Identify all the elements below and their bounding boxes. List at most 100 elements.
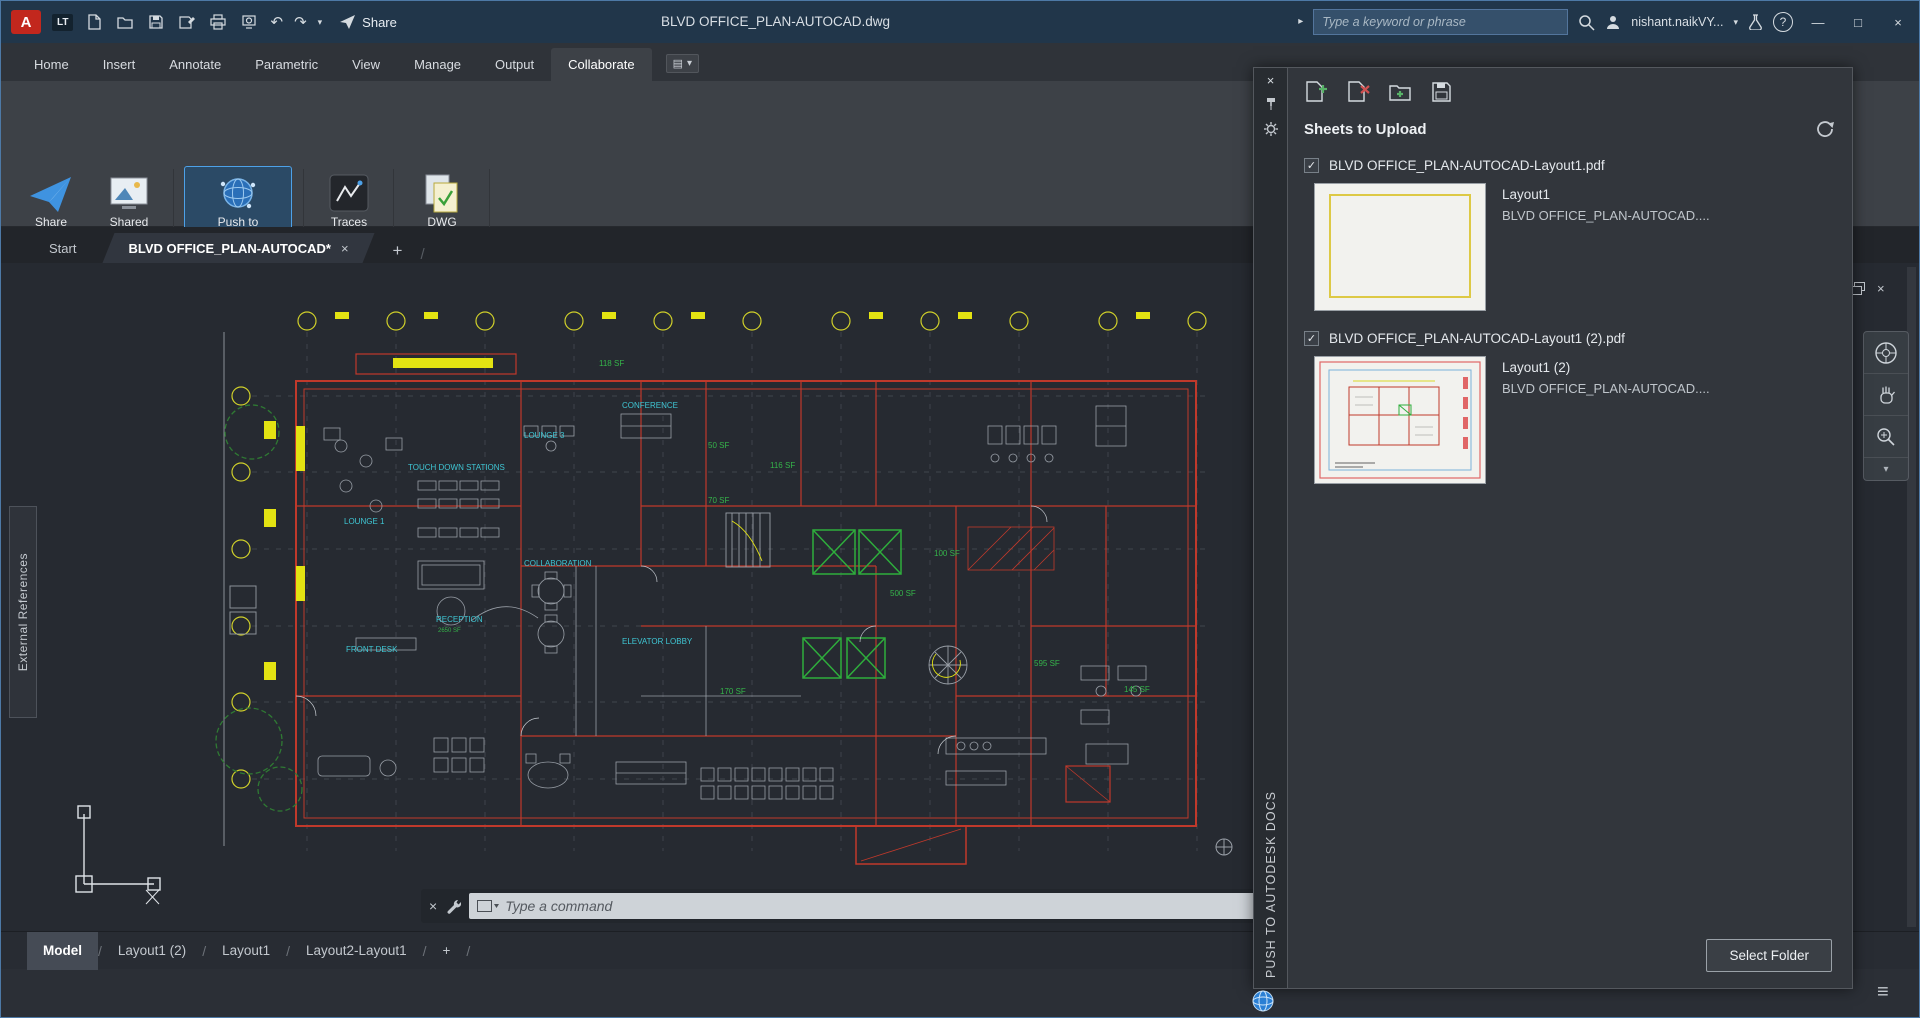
room-label: FRONT DESK bbox=[346, 645, 398, 654]
tab-annotate[interactable]: Annotate bbox=[152, 48, 238, 81]
redo-icon[interactable]: ↷ bbox=[294, 15, 307, 30]
undo-icon[interactable]: ↶ bbox=[270, 15, 283, 30]
trees bbox=[216, 405, 302, 811]
save-icon[interactable] bbox=[146, 12, 166, 32]
qat-dropdown-icon[interactable]: ▾ bbox=[318, 18, 323, 27]
area-label: 145 SF bbox=[1124, 685, 1150, 694]
building-walls bbox=[296, 354, 1196, 864]
remove-sheet-icon[interactable] bbox=[1346, 80, 1372, 104]
sheet-drawing-name: BLVD OFFICE_PLAN-AUTOCAD.... bbox=[1502, 208, 1710, 223]
add-folder-icon[interactable] bbox=[1388, 80, 1414, 104]
print-preview-icon[interactable] bbox=[239, 12, 259, 32]
share-drawing-icon bbox=[28, 172, 74, 214]
layout-tab-model[interactable]: Model bbox=[27, 932, 98, 970]
floor-plan-drawing[interactable]: LOUNGE 1 LOUNGE 3 TOUCH DOWN STATIONS CO… bbox=[56, 266, 1241, 921]
refresh-icon[interactable] bbox=[1814, 118, 1836, 140]
palette-toolbar bbox=[1288, 68, 1852, 112]
search-expand-icon[interactable]: ▸ bbox=[1298, 17, 1303, 27]
sheet-checkbox[interactable]: ✓ bbox=[1304, 331, 1319, 346]
plot-icon[interactable] bbox=[208, 12, 228, 32]
tab-insert[interactable]: Insert bbox=[86, 48, 153, 81]
new-file-icon[interactable] bbox=[84, 12, 104, 32]
room-label: COLLABORATION bbox=[524, 559, 592, 568]
layout-tab-layout2-layout1[interactable]: Layout2-Layout1 bbox=[290, 932, 423, 970]
user-dropdown-icon[interactable]: ▾ bbox=[1733, 18, 1738, 27]
ucs-icon bbox=[76, 806, 160, 892]
autodesk-docs-status-globe-icon[interactable] bbox=[1251, 989, 1275, 1013]
command-close-icon[interactable]: × bbox=[429, 898, 437, 914]
navbar-more-icon[interactable]: ▾ bbox=[1864, 458, 1908, 480]
layout-tab-layout1-2[interactable]: Layout1 (2) bbox=[102, 932, 202, 970]
ribbon-display-toggle[interactable]: ▤▾ bbox=[666, 54, 699, 73]
sheet-drawing-name: BLVD OFFICE_PLAN-AUTOCAD.... bbox=[1502, 381, 1710, 396]
open-folder-icon[interactable] bbox=[115, 12, 135, 32]
customize-wrench-icon[interactable] bbox=[445, 898, 461, 914]
area-label: 595 SF bbox=[1034, 659, 1060, 668]
tab-collaborate[interactable]: Collaborate bbox=[551, 48, 652, 81]
layout-tab-layout1[interactable]: Layout1 bbox=[206, 932, 286, 970]
autocad-logo[interactable]: A bbox=[11, 10, 41, 34]
share-button-label: Share bbox=[362, 15, 397, 30]
drawing-restore-icon[interactable] bbox=[1851, 282, 1865, 295]
area-label: 118 SF bbox=[599, 359, 624, 368]
palette-properties-gear-icon[interactable] bbox=[1263, 121, 1279, 137]
maximize-button[interactable]: □ bbox=[1843, 8, 1873, 36]
new-layout-button[interactable]: + bbox=[426, 932, 466, 970]
file-tab-close-icon[interactable]: × bbox=[341, 241, 349, 256]
tab-output[interactable]: Output bbox=[478, 48, 551, 81]
customization-menu-icon[interactable]: ≡ bbox=[1877, 981, 1889, 1004]
file-tab-start[interactable]: Start bbox=[23, 233, 102, 263]
tab-view[interactable]: View bbox=[335, 48, 397, 81]
navigation-wheel-icon[interactable] bbox=[1864, 332, 1908, 374]
external-references-palette-tab[interactable]: External References bbox=[9, 506, 37, 718]
flask-icon[interactable] bbox=[1748, 14, 1763, 30]
sheet-filename: BLVD OFFICE_PLAN-AUTOCAD-Layout1.pdf bbox=[1329, 158, 1605, 173]
sheet-list-item: ✓ BLVD OFFICE_PLAN-AUTOCAD-Layout1.pdf L… bbox=[1288, 148, 1852, 321]
signed-in-user[interactable]: nishant.naikVY... bbox=[1631, 15, 1723, 29]
hatched-zone bbox=[968, 527, 1054, 570]
area-label: 100 SF bbox=[934, 549, 960, 558]
crosshair-cursor bbox=[146, 890, 159, 904]
file-tab-drawing[interactable]: BLVD OFFICE_PLAN-AUTOCAD* × bbox=[102, 233, 374, 263]
sheet-layout-name: Layout1 bbox=[1502, 187, 1710, 202]
navigation-bar: ▾ bbox=[1863, 331, 1909, 481]
area-label: 170 SF bbox=[720, 687, 746, 696]
sheet-thumbnail[interactable] bbox=[1314, 356, 1486, 484]
minimize-button[interactable]: — bbox=[1803, 8, 1833, 36]
search-icon[interactable] bbox=[1578, 14, 1595, 31]
sheets-to-upload-title: Sheets to Upload bbox=[1304, 121, 1814, 138]
sheet-layout-name: Layout1 (2) bbox=[1502, 360, 1710, 375]
palette-title-strip: × PUSH TO AUTODESK DOCS bbox=[1253, 67, 1287, 989]
help-icon[interactable]: ? bbox=[1773, 12, 1793, 32]
palette-close-icon[interactable]: × bbox=[1267, 74, 1275, 87]
autocad-window: A LT ↶ ↷ ▾ Sha bbox=[0, 0, 1920, 1018]
close-button[interactable]: × bbox=[1883, 8, 1913, 36]
sheet-checkbox[interactable]: ✓ bbox=[1304, 158, 1319, 173]
room-label: CONFERENCE bbox=[622, 401, 678, 410]
wall-highlights bbox=[296, 358, 493, 601]
area-label: 2650 SF bbox=[438, 628, 461, 634]
quick-access-toolbar: A LT ↶ ↷ ▾ Sha bbox=[1, 10, 397, 34]
area-label: 116 SF bbox=[770, 461, 795, 470]
room-label: LOUNGE 1 bbox=[344, 517, 385, 526]
room-label: TOUCH DOWN STATIONS bbox=[408, 463, 505, 472]
tab-home[interactable]: Home bbox=[17, 48, 86, 81]
help-search-input[interactable] bbox=[1313, 9, 1568, 35]
add-sheet-icon[interactable] bbox=[1304, 80, 1330, 104]
zoom-icon[interactable] bbox=[1864, 416, 1908, 458]
layout-tab-separator: / bbox=[466, 943, 470, 959]
save-sheet-list-icon[interactable] bbox=[1430, 80, 1454, 104]
command-prompt-icon bbox=[477, 900, 499, 912]
share-button[interactable]: Share bbox=[339, 14, 397, 30]
select-folder-button[interactable]: Select Folder bbox=[1706, 939, 1832, 972]
drawing-close-icon[interactable]: × bbox=[1877, 281, 1885, 296]
pan-hand-icon[interactable] bbox=[1864, 374, 1908, 416]
new-drawing-tab-button[interactable]: + bbox=[385, 239, 411, 263]
grid-lines bbox=[252, 332, 1206, 851]
door-swings bbox=[296, 506, 1047, 754]
tab-parametric[interactable]: Parametric bbox=[238, 48, 335, 81]
palette-autohide-pin-icon[interactable] bbox=[1264, 97, 1278, 111]
tab-manage[interactable]: Manage bbox=[397, 48, 478, 81]
sheet-thumbnail[interactable] bbox=[1314, 183, 1486, 311]
save-as-icon[interactable] bbox=[177, 12, 197, 32]
